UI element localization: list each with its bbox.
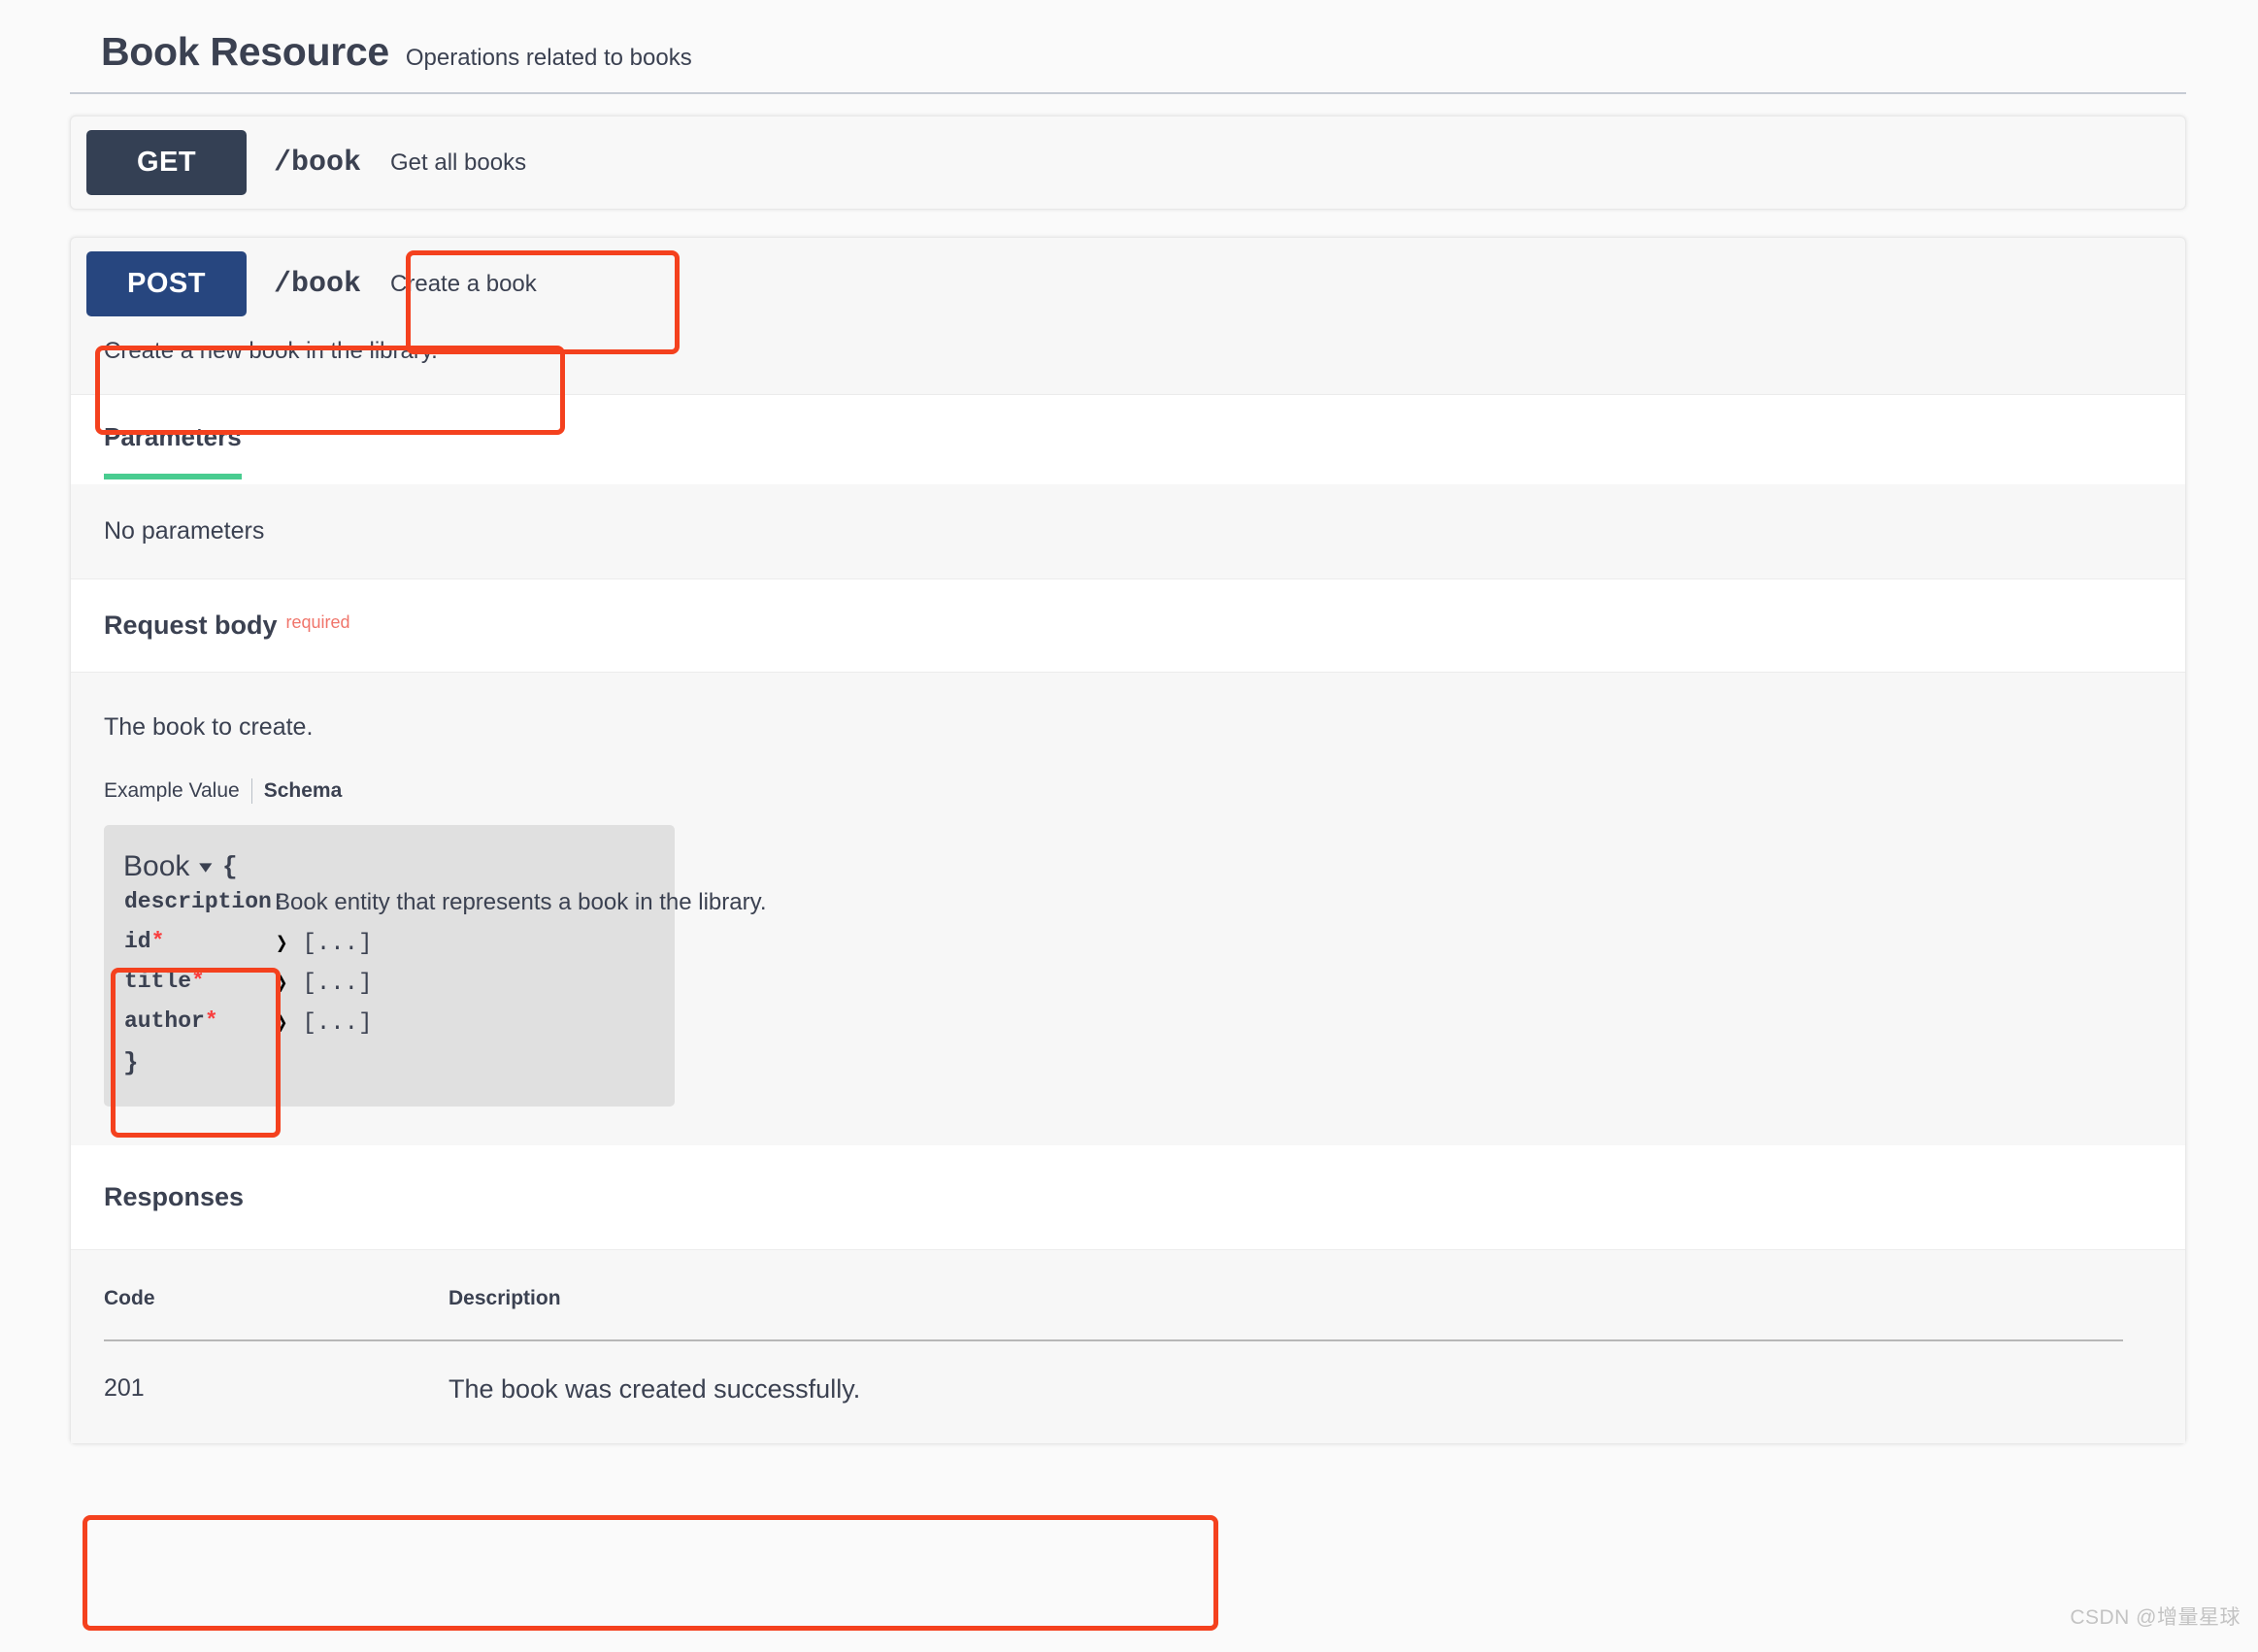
table-header-row: Code Description: [104, 1287, 2123, 1340]
tab-separator: [251, 778, 252, 804]
schema-property-name: title*: [124, 969, 275, 994]
schema-property-value: [...]: [302, 1010, 372, 1037]
schema-property-value: Book entity that represents a book in th…: [275, 889, 767, 916]
required-asterisk: *: [205, 1008, 218, 1034]
response-description: The book was created successfully.: [448, 1340, 2123, 1443]
operation-summary-post: Create a book: [390, 271, 537, 298]
schema-property-value: [...]: [302, 971, 372, 997]
schema-property-collapsed[interactable]: ❯ [...]: [275, 969, 372, 998]
schema-property-rows: description: Book entity that represents…: [124, 889, 655, 1039]
no-parameters-text: No parameters: [71, 484, 2185, 579]
schema-model-name: Book: [123, 850, 189, 883]
request-body-content: The book to create. Example Value Schema…: [71, 673, 2185, 1145]
schema-model-box: Book ▾ { description: Book entity that r…: [104, 825, 675, 1107]
request-body-heading-row: Request body required: [71, 579, 2185, 673]
http-method-badge-post[interactable]: POST: [86, 251, 247, 316]
tag-divider: [70, 92, 2186, 94]
schema-row: author* ❯ [...]: [124, 1008, 655, 1039]
schema-property-value: [...]: [302, 931, 372, 957]
required-asterisk: *: [151, 929, 165, 954]
operation-get-book-wrapper: GET /book Get all books: [70, 116, 2186, 210]
operation-post-book[interactable]: POST /book Create a book Create a new bo…: [70, 237, 2186, 1444]
chevron-down-icon[interactable]: ▾: [199, 856, 212, 878]
swagger-ui-page: Book Resource Operations related to book…: [0, 0, 2258, 1652]
schema-property-collapsed[interactable]: ❯ [...]: [275, 929, 372, 958]
responses-area: Code Description 201 The book was create…: [71, 1250, 2185, 1443]
operation-path-get: /book: [247, 147, 390, 180]
tab-example-value[interactable]: Example Value: [104, 779, 251, 803]
schema-property-collapsed[interactable]: ❯ [...]: [275, 1008, 372, 1038]
page-title: Book Resource: [101, 29, 389, 75]
schema-model-header[interactable]: Book ▾ {: [123, 850, 655, 883]
request-body-note: The book to create.: [104, 713, 2185, 742]
tab-schema[interactable]: Schema: [264, 779, 354, 803]
required-asterisk: *: [191, 969, 205, 994]
responses-heading-row: Responses: [71, 1145, 2185, 1250]
tag-description: Operations related to books: [406, 45, 692, 72]
example-schema-tabs: Example Value Schema: [104, 778, 2185, 804]
parameters-tab-row: Parameters: [71, 394, 2185, 484]
schema-row: id* ❯ [...]: [124, 929, 655, 959]
annotation-box-response-row: [83, 1515, 1218, 1631]
operation-description-post: Create a new book in the library.: [71, 330, 2185, 394]
tab-parameters[interactable]: Parameters: [104, 422, 242, 479]
http-method-badge-get[interactable]: GET: [86, 130, 247, 195]
operation-path-post: /book: [247, 268, 390, 301]
schema-property-name: id*: [124, 929, 275, 954]
schema-row: description: Book entity that represents…: [124, 889, 655, 919]
table-row: 201 The book was created successfully.: [104, 1340, 2123, 1443]
schema-property-name: description:: [124, 889, 275, 914]
schema-row: title* ❯ [...]: [124, 969, 655, 999]
watermark: CSDN @增量星球: [2070, 1602, 2241, 1631]
required-badge: required: [286, 612, 350, 632]
schema-close-brace: }: [123, 1048, 655, 1077]
response-code: 201: [104, 1340, 448, 1443]
chevron-right-icon[interactable]: ❯: [276, 969, 287, 998]
responses-table: Code Description 201 The book was create…: [104, 1287, 2123, 1443]
chevron-right-icon[interactable]: ❯: [276, 1008, 287, 1038]
operation-get-book[interactable]: GET /book Get all books: [70, 116, 2186, 210]
request-body-heading: Request body: [104, 611, 278, 641]
operation-post-body: Create a new book in the library. Parame…: [71, 330, 2185, 1443]
schema-property-name: author*: [124, 1008, 275, 1034]
schema-open-brace: {: [222, 852, 238, 881]
column-header-code: Code: [104, 1287, 448, 1340]
tag-header: Book Resource Operations related to book…: [0, 0, 2258, 92]
responses-heading: Responses: [104, 1182, 244, 1212]
chevron-right-icon[interactable]: ❯: [276, 929, 287, 958]
operation-summary-get: Get all books: [390, 149, 526, 177]
operation-get-summary-row[interactable]: GET /book Get all books: [71, 116, 2185, 209]
operation-post-summary-row[interactable]: POST /book Create a book: [71, 238, 2185, 330]
column-header-description: Description: [448, 1287, 2123, 1340]
operation-post-book-wrapper: POST /book Create a book Create a new bo…: [70, 237, 2186, 1444]
